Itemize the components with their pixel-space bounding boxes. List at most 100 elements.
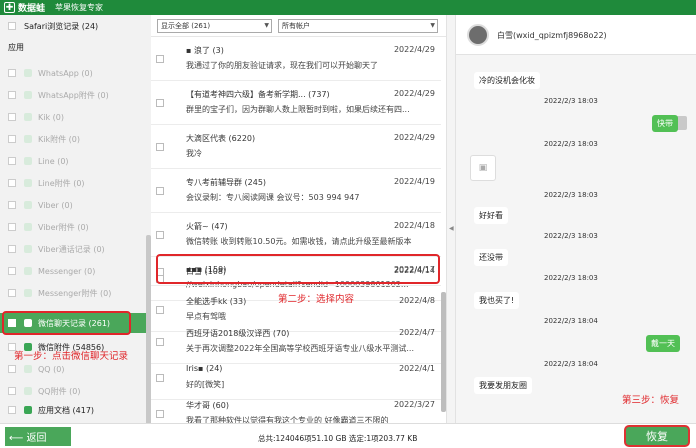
conversation-date: 2022/3/27 — [393, 400, 435, 409]
row-checkbox[interactable] — [156, 55, 164, 63]
message-timestamp: 2022/2/3 18:04 — [544, 360, 598, 368]
sidebar-item-label: Kik附件 (0) — [38, 134, 80, 144]
conversation-list: ▪ 浪了 (3) 2022/4/29 我通过了你的朋友验证请求，现在我们可以开始… — [151, 37, 446, 423]
selection-stats: 总共:124046项51.10 GB 选定:1项203.77 KB — [258, 434, 418, 443]
sidebar-item-app-documents[interactable]: 应用文档 (417) — [0, 399, 151, 421]
sidebar-item-whatsapp[interactable]: WhatsApp (0) — [0, 62, 151, 84]
conversation-date: 2022/4/1 — [399, 364, 435, 373]
group-label-apps: 应用 — [8, 43, 24, 52]
chevron-down-icon: ▼ — [430, 22, 435, 29]
conversation-date: 2022/4/29 — [393, 133, 435, 142]
sidebar-item-label: QQ (0) — [38, 364, 65, 374]
message-timestamp: 2022/2/3 18:03 — [544, 97, 598, 105]
message-incoming: 还没带 — [474, 249, 508, 266]
conversation-row[interactable]: 华才哥 (60) 2022/3/27 我看了那种软件以觉得有我这个专业的 好像霸… — [151, 392, 441, 423]
pane-divider[interactable]: ◀ — [446, 15, 456, 423]
conversation-date: 2022/4/29 — [393, 45, 435, 54]
sidebar-item-label: Messenger (0) — [38, 266, 96, 276]
checkbox[interactable] — [8, 223, 16, 231]
sidebar-item-label: Kik (0) — [38, 112, 64, 122]
sidebar-item-kik[interactable]: Kik (0) — [0, 106, 151, 128]
sidebar-item-label: Line附件 (0) — [38, 178, 85, 188]
conversation-name: 专八考前辅导群 (245) — [186, 178, 267, 187]
sidebar-item-viber-attachments[interactable]: Viber附件 (0) — [0, 216, 151, 238]
sidebar-item-label: Line (0) — [38, 156, 69, 166]
title-bar: ✚ 数据蛙 苹果恢复专家 — [0, 0, 696, 15]
row-checkbox[interactable] — [156, 338, 164, 346]
document-icon — [24, 406, 32, 414]
checkbox[interactable] — [8, 113, 16, 121]
sidebar-item-label: QQ附件 (0) — [38, 386, 81, 396]
sidebar-item-viber-calls[interactable]: Viber通话记录 (0) — [0, 238, 151, 260]
checkbox[interactable] — [8, 289, 16, 297]
message-timestamp: 2022/2/3 18:04 — [544, 317, 598, 325]
qq-icon — [24, 365, 32, 373]
message-outgoing: 快带 — [652, 115, 678, 132]
message-timestamp: 2022/2/3 18:03 — [544, 191, 598, 199]
checkbox[interactable] — [8, 365, 16, 373]
sidebar-item-label: WhatsApp附件 (0) — [38, 90, 109, 100]
message-timestamp: 2022/2/3 18:03 — [544, 274, 598, 282]
row-checkbox[interactable] — [156, 306, 164, 314]
checkbox[interactable] — [8, 91, 16, 99]
conversation-name: 西班牙语2018级汉译西 (70) — [186, 329, 290, 338]
row-checkbox[interactable] — [156, 374, 164, 382]
row-checkbox[interactable] — [156, 410, 164, 418]
app-name: 数据蛙 — [18, 4, 46, 14]
message-incoming: 好好看 — [474, 207, 508, 224]
conversation-preview: 我看了那种软件以觉得有我这个专业的 好像霸道三不限的 — [186, 416, 389, 423]
attachment-icon — [24, 135, 32, 143]
conversation-row[interactable]: ▪ 浪了 (3) 2022/4/29 我通过了你的朋友验证请求，现在我们可以开始… — [151, 37, 441, 81]
checkbox[interactable] — [8, 201, 16, 209]
restore-button[interactable]: 恢复 — [624, 425, 690, 447]
highlight-box-step2 — [156, 254, 440, 284]
sidebar-item-label: Viber通话记录 (0) — [38, 244, 105, 254]
account-filter-select[interactable]: 所有帐户 ▼ — [278, 19, 438, 33]
collapse-arrow-icon[interactable]: ◀ — [449, 225, 454, 232]
checkbox[interactable] — [8, 245, 16, 253]
whatsapp-icon — [24, 69, 32, 77]
back-button[interactable]: ⟵ 返回 — [5, 427, 71, 446]
row-checkbox[interactable] — [156, 99, 164, 107]
row-checkbox[interactable] — [156, 187, 164, 195]
image-placeholder-icon[interactable]: ▣ — [470, 155, 496, 181]
checkbox[interactable] — [8, 179, 16, 187]
kik-icon — [24, 113, 32, 121]
show-filter-value: 显示全部 (261) — [161, 22, 211, 30]
sidebar-item-label: WhatsApp (0) — [38, 68, 93, 78]
sidebar-item-safari[interactable]: Safari浏览记录 (24) — [0, 15, 151, 37]
conversation-date: 2022/4/8 — [399, 296, 435, 305]
chat-header: 白雪(wxid_qpizmfj8968o22) — [456, 15, 696, 55]
sidebar-item-messenger[interactable]: Messenger (0) — [0, 260, 151, 282]
checkbox[interactable] — [8, 387, 16, 395]
row-checkbox[interactable] — [156, 143, 164, 151]
conversation-name: 火箭~ (47) — [186, 222, 228, 231]
conversation-preview: 群里的宝子们，因为群聊人数上限暂时到啦，如果后续还有四... — [186, 105, 410, 114]
conversation-row[interactable]: 【有道考神四六级】备考新学期... (737) 2022/4/29 群里的宝子们… — [151, 81, 441, 125]
checkbox[interactable] — [8, 406, 16, 414]
app-logo-icon: ✚ — [4, 2, 15, 13]
sidebar-item-viber[interactable]: Viber (0) — [0, 194, 151, 216]
conversation-row[interactable]: 大滴区代表 (6220) 2022/4/29 我冷 — [151, 125, 441, 169]
conversation-row[interactable]: 专八考前辅导群 (245) 2022/4/19 会议录制：专八阅读网课 会议号：… — [151, 169, 441, 213]
filter-bar: 显示全部 (261) ▼ 所有帐户 ▼ — [151, 15, 446, 37]
checkbox[interactable] — [8, 157, 16, 165]
checkbox[interactable] — [8, 267, 16, 275]
message-incoming: 冷的没机会化妆 — [474, 72, 540, 89]
show-filter-select[interactable]: 显示全部 (261) ▼ — [157, 19, 272, 33]
attachment-icon — [24, 91, 32, 99]
sidebar-item-label: Viber (0) — [38, 200, 73, 210]
checkbox[interactable] — [8, 69, 16, 77]
sidebar-item-messenger-attachments[interactable]: Messenger附件 (0) — [0, 282, 151, 304]
sidebar-item-whatsapp-attachments[interactable]: WhatsApp附件 (0) — [0, 84, 151, 106]
conversation-date: 2022/4/29 — [393, 89, 435, 98]
conversation-row[interactable]: 火箭~ (47) 2022/4/18 微信转账 收到转账10.50元。如需收钱，… — [151, 213, 441, 257]
sidebar-item-label: Safari浏览记录 (24) — [24, 21, 99, 31]
sidebar-item-line[interactable]: Line (0) — [0, 150, 151, 172]
checkbox[interactable] — [8, 135, 16, 143]
sidebar-item-kik-attachments[interactable]: Kik附件 (0) — [0, 128, 151, 150]
sidebar-item-line-attachments[interactable]: Line附件 (0) — [0, 172, 151, 194]
checkbox[interactable] — [8, 22, 16, 30]
row-checkbox[interactable] — [156, 231, 164, 239]
messenger-icon — [24, 267, 32, 275]
